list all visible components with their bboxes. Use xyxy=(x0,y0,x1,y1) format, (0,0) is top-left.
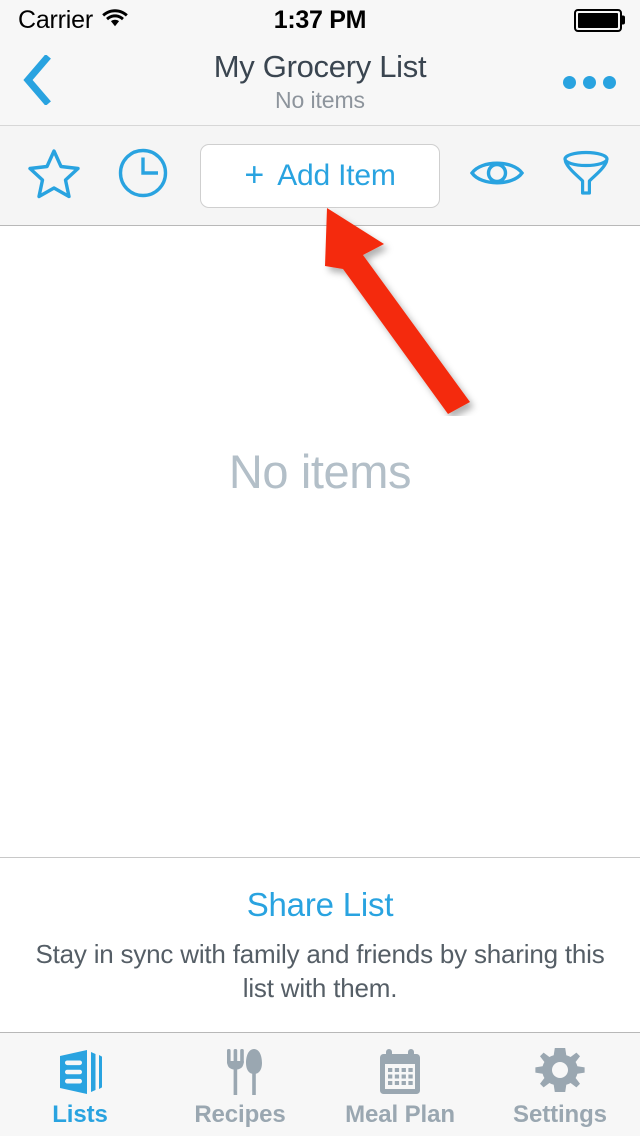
chevron-left-icon xyxy=(22,54,52,110)
tab-label: Recipes xyxy=(194,1101,286,1128)
more-options-button[interactable] xyxy=(561,64,618,101)
add-item-label: Add Item xyxy=(277,158,396,192)
battery-fill xyxy=(578,12,618,28)
tab-label: Settings xyxy=(513,1101,607,1128)
add-item-button[interactable]: + Add Item xyxy=(200,143,440,208)
wifi-icon xyxy=(102,8,128,32)
view-toggle-button[interactable] xyxy=(465,144,529,208)
carrier-label: Carrier xyxy=(18,5,93,34)
tab-meal-plan[interactable]: Meal Plan xyxy=(320,1033,480,1136)
status-bar-right xyxy=(574,8,625,32)
eye-icon xyxy=(469,154,525,197)
battery-icon xyxy=(574,8,625,32)
tab-settings[interactable]: Settings xyxy=(480,1033,640,1136)
calendar-icon xyxy=(375,1046,425,1098)
tab-lists[interactable]: Lists xyxy=(0,1033,160,1136)
favorite-button[interactable] xyxy=(22,144,86,208)
status-bar: Carrier 1:37 PM xyxy=(0,0,640,40)
gear-icon xyxy=(535,1046,585,1098)
recent-items-button[interactable] xyxy=(111,144,175,208)
lists-icon xyxy=(54,1046,106,1098)
list-toolbar: + Add Item xyxy=(0,126,640,226)
more-dot xyxy=(563,76,576,89)
share-list-button[interactable]: Share List xyxy=(30,886,610,924)
plus-icon: + xyxy=(244,155,265,194)
page-title: My Grocery List xyxy=(213,49,427,85)
share-list-section: Share List Stay in sync with family and … xyxy=(0,856,640,1032)
tab-label: Lists xyxy=(52,1101,108,1128)
more-dot xyxy=(583,76,596,89)
list-content-area: No items xyxy=(0,226,640,857)
more-dot xyxy=(603,76,616,89)
fork-spoon-icon xyxy=(217,1046,263,1098)
back-button[interactable] xyxy=(22,53,72,113)
funnel-icon xyxy=(560,147,612,204)
page-subtitle: No items xyxy=(275,87,365,114)
clock-icon xyxy=(117,147,169,204)
share-list-description: Stay in sync with family and friends by … xyxy=(35,938,605,1004)
app-screen: Carrier 1:37 PM My Grocery List No items… xyxy=(0,0,640,1136)
filter-button[interactable] xyxy=(554,144,618,208)
tab-label: Meal Plan xyxy=(345,1101,455,1128)
star-icon xyxy=(27,147,81,204)
tab-bar: Lists Recipes Meal Plan Settings xyxy=(0,1032,640,1136)
empty-state-message: No items xyxy=(228,444,412,498)
nav-title-block: My Grocery List No items xyxy=(90,40,550,125)
battery-cap xyxy=(622,15,625,25)
status-bar-left: Carrier xyxy=(18,6,128,35)
tab-recipes[interactable]: Recipes xyxy=(160,1033,320,1136)
nav-bar: My Grocery List No items xyxy=(0,40,640,126)
